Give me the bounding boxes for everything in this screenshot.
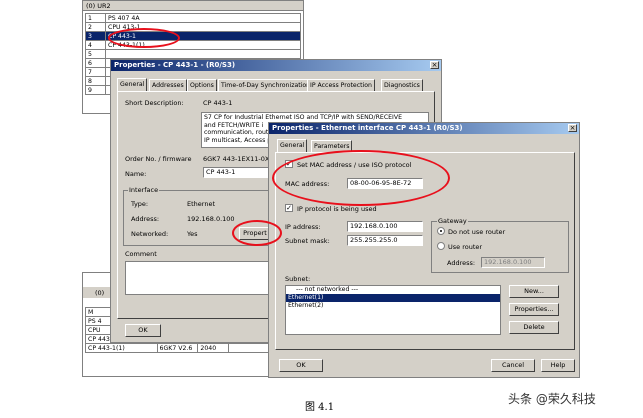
rack2-cell: CP 443-1(1): [85, 343, 158, 353]
rack2-title: (0): [95, 289, 105, 297]
type-label: Type:: [131, 200, 149, 208]
no-router-radio[interactable]: [437, 227, 445, 235]
subnet-properties-button[interactable]: Properties...: [509, 303, 559, 316]
order-value: 6GK7 443-1EX11-0XE: [203, 155, 274, 163]
subnet-item-selected[interactable]: Ethernet(1): [286, 294, 500, 302]
delete-button[interactable]: Delete: [509, 321, 559, 334]
close-icon[interactable]: ×: [568, 124, 577, 132]
type-value: Ethernet: [187, 200, 215, 208]
ip-field[interactable]: 192.168.0.100: [347, 221, 423, 232]
help-button[interactable]: Help: [541, 359, 575, 372]
mask-label: Subnet mask:: [285, 237, 330, 245]
close-icon[interactable]: ×: [430, 61, 439, 69]
ok-button[interactable]: OK: [279, 359, 323, 372]
slot-number: 3: [85, 31, 106, 41]
slot-number: 2: [85, 22, 106, 32]
annotation-oval-mac: [272, 150, 450, 206]
tab-ip-access[interactable]: IP Access Protection: [307, 79, 375, 91]
address-label: Address:: [131, 215, 160, 223]
cancel-button[interactable]: Cancel: [491, 359, 535, 372]
tab-options[interactable]: Options: [187, 79, 217, 91]
use-router-radio[interactable]: [437, 242, 445, 250]
module-name: PS 407 4A: [105, 13, 301, 23]
networked-label: Networked:: [131, 230, 169, 238]
rack2-cell: 2040: [197, 343, 230, 353]
interface-label: Interface: [128, 186, 160, 194]
short-desc-label: Short Description:: [125, 99, 184, 107]
figure-caption: 图 4.1: [305, 402, 335, 413]
subnet-label: Subnet:: [285, 275, 311, 283]
ip-used-label: IP protocol is being used: [297, 205, 377, 213]
ip-label: IP address:: [285, 223, 321, 231]
slot-number: 4: [85, 40, 106, 50]
name-label: Name:: [125, 170, 147, 178]
new-button[interactable]: New...: [509, 285, 559, 298]
gateway-label: Gateway: [437, 217, 468, 225]
subnet-item[interactable]: Ethernet(2): [286, 302, 500, 310]
rack-row[interactable]: 1 PS 407 4A: [85, 13, 301, 23]
desc-line: S7 CP for Industrial Ethernet ISO and TC…: [204, 114, 403, 121]
tab-general[interactable]: General: [277, 139, 308, 152]
rack2-cell: 6GK7 V2.6: [156, 343, 199, 353]
ok-button[interactable]: OK: [125, 324, 161, 337]
ethernet-titlebar: Properties - Ethernet interface CP 443-1…: [269, 123, 579, 134]
tab-general[interactable]: General: [117, 78, 148, 91]
tab-addresses[interactable]: Addresses: [149, 79, 187, 91]
watermark: 头条 @荣久科技: [508, 392, 596, 406]
slot-number: 1: [85, 13, 106, 23]
annotation-oval-properties: [232, 220, 282, 246]
address-value: 192.168.0.100: [187, 215, 235, 223]
subnet-list[interactable]: --- not networked --- Ethernet(1) Ethern…: [285, 285, 501, 335]
rack2-cell: [228, 343, 270, 353]
rack-title: (0) UR2: [86, 2, 111, 10]
slot-number: 6: [85, 58, 106, 68]
module-name: [105, 49, 301, 59]
rack-row[interactable]: 5: [85, 49, 301, 59]
networked-value: Yes: [187, 230, 198, 238]
rack2-row[interactable]: CP 443-1(1) 6GK7 V2.6 2040: [85, 343, 270, 353]
slot-number: 7: [85, 67, 106, 77]
mask-field[interactable]: 255.255.255.0: [347, 235, 423, 246]
properties-titlebar: Properties - CP 443-1 - (R0/S3): [111, 60, 441, 71]
slot-number: 9: [85, 85, 106, 95]
slot-number: 5: [85, 49, 106, 59]
annotation-oval-cp: [108, 28, 180, 48]
ethernet-title: Properties - Ethernet interface CP 443-1…: [272, 124, 463, 132]
subnet-item[interactable]: --- not networked ---: [286, 286, 500, 294]
properties-title: Properties - CP 443-1 - (R0/S3): [114, 61, 236, 69]
tab-diagnostics[interactable]: Diagnostics: [381, 79, 423, 91]
ip-used-checkbox[interactable]: ✓: [285, 204, 293, 212]
comment-field[interactable]: [125, 261, 273, 295]
use-router-label: Use router: [448, 243, 483, 251]
gw-address-label: Address:: [447, 259, 476, 267]
comment-label: Comment: [125, 250, 157, 258]
gw-address-field[interactable]: 192.168.0.100: [481, 257, 545, 268]
slot-number: 8: [85, 76, 106, 86]
no-router-label: Do not use router: [448, 228, 506, 236]
name-field[interactable]: CP 443-1: [203, 167, 269, 178]
short-desc-value: CP 443-1: [203, 99, 233, 107]
tab-time-sync[interactable]: Time-of-Day Synchronization: [218, 79, 314, 91]
order-label: Order No. / firmware: [125, 155, 192, 163]
rack-titlebar: (0) UR2: [83, 1, 303, 11]
